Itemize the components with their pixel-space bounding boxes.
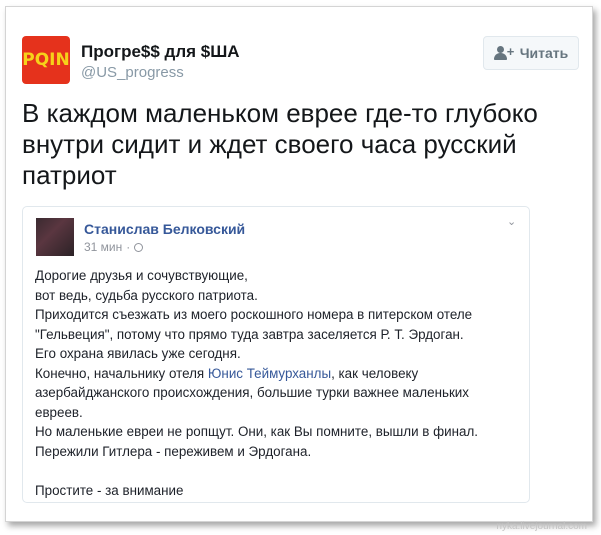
post-line: Но маленькие евреи не ропщут. Они, как В… xyxy=(35,424,478,439)
quoted-post[interactable]: Станислав Белковский 31 мин · ⌄ Дорогие … xyxy=(22,206,530,503)
account-handle[interactable]: @US_progress xyxy=(81,64,184,81)
post-line: азербайджанского происхождения, большие … xyxy=(35,385,469,400)
post-line: Приходится съезжать из моего роскошного … xyxy=(35,307,473,322)
watermark: nyka.livejournal.com xyxy=(496,521,587,532)
post-line: вот ведь, судьба русского патриота. xyxy=(35,287,258,303)
post-line: Конечно, начальнику отеля Юнис Теймурхан… xyxy=(35,364,525,384)
post-line-start: Конечно, начальнику отеля xyxy=(35,365,208,381)
follow-button[interactable]: + Читать xyxy=(483,36,579,70)
globe-icon xyxy=(134,242,144,252)
author-name[interactable]: Станислав Белковский xyxy=(84,221,245,237)
post-line: Простите - за внимание xyxy=(35,482,184,498)
post-line: Дорогие друзья и сочувствующие, xyxy=(35,268,248,283)
post-line: Его охрана явилась уже сегодня. xyxy=(35,346,241,361)
account-name[interactable]: Прогре$$ для $ША xyxy=(81,42,240,62)
author-avatar[interactable] xyxy=(36,218,74,256)
chevron-down-icon[interactable]: ⌄ xyxy=(507,217,519,228)
meta-separator: · xyxy=(126,240,131,254)
post-meta: 31 мин · xyxy=(84,240,144,254)
mention-link[interactable]: Юнис Теймурханлы xyxy=(208,366,331,381)
post-line-end: , как человеку xyxy=(331,365,419,381)
follow-user-icon: + xyxy=(493,45,514,60)
avatar-logo-text: PQIN xyxy=(22,50,70,70)
post-body: Дорогие друзья и сочувствующие, вот ведь… xyxy=(35,266,525,500)
account-avatar[interactable]: PQIN xyxy=(22,36,70,84)
post-line: "Гельвеция", потому что прямо туда завтр… xyxy=(35,326,464,342)
post-time[interactable]: 31 мин xyxy=(84,240,122,254)
post-line: евреев. xyxy=(35,404,83,420)
tweet-text: В каждом маленьком еврее где-то глубоко … xyxy=(22,98,538,190)
follow-button-label: Читать xyxy=(519,45,569,61)
post-line: Пережили Гитлера - переживем и Эрдогана. xyxy=(35,443,312,459)
